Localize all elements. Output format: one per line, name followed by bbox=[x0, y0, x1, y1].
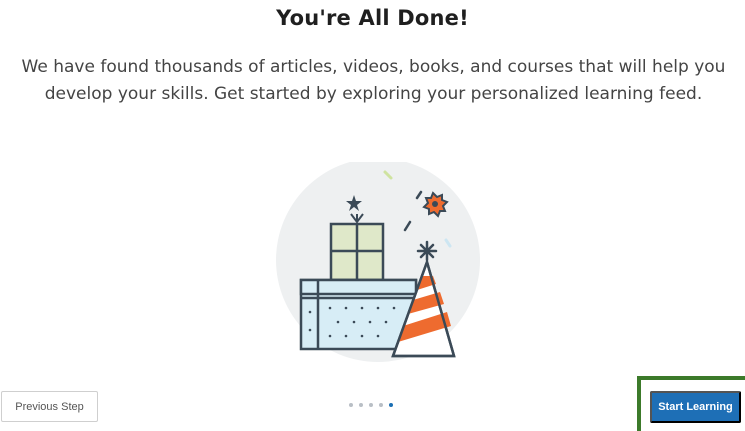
step-dot bbox=[349, 403, 353, 407]
celebration-illustration bbox=[270, 158, 485, 362]
step-indicator bbox=[349, 403, 393, 407]
step-dot bbox=[359, 403, 363, 407]
step-dot-active bbox=[389, 403, 393, 407]
badge-center bbox=[432, 201, 438, 207]
step-dot bbox=[369, 403, 373, 407]
pom-pom-icon bbox=[416, 240, 438, 262]
onboarding-complete-page: You're All Done! We have found thousands… bbox=[0, 0, 745, 431]
page-description: We have found thousands of articles, vid… bbox=[21, 57, 726, 104]
page-title: You're All Done! bbox=[276, 6, 469, 30]
start-learning-button[interactable]: Start Learning bbox=[650, 391, 741, 423]
celebration-illustration-svg bbox=[276, 158, 480, 362]
previous-step-button[interactable]: Previous Step bbox=[1, 391, 98, 422]
step-dot bbox=[379, 403, 383, 407]
